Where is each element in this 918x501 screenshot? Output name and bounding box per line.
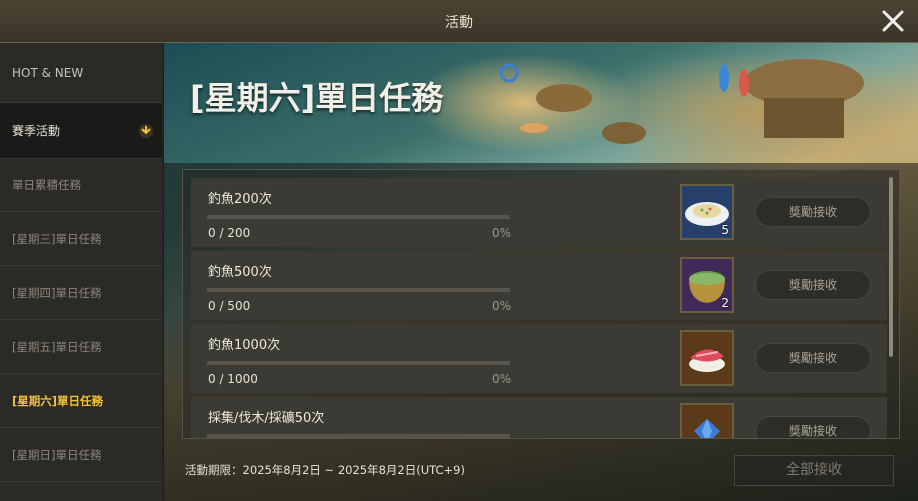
sidebar: HOT & NEW 賽季活動 單日累積任務 [星期三]單日任務 [星期四]單日任… [0, 43, 164, 501]
close-icon [882, 10, 904, 32]
event-period: 活動期限：2025年8月2日 ~ 2025年8月2日(UTC+9) [185, 463, 465, 477]
quest-name: 採集/伐木/採礦50次 [208, 411, 325, 426]
sidebar-item-season-events[interactable]: 賽季活動 [0, 103, 162, 159]
window-title: 活動 [445, 15, 473, 31]
quest-progress-bar [207, 361, 510, 365]
claim-reward-button[interactable]: 獎勵接收 [755, 416, 871, 438]
sidebar-item-daily-accumulate[interactable]: 單日累積任務 [0, 159, 162, 212]
blue-gem-icon [694, 419, 720, 438]
quest-progress-text: 0 / 1000 [208, 372, 258, 386]
close-button[interactable] [878, 6, 908, 36]
sidebar-item-label: 單日累積任務 [12, 178, 81, 192]
quest-list[interactable]: 釣魚200次 0 / 200 0% 5 獎勵接收 釣魚500次 0 / 500 … [182, 169, 900, 439]
quest-name: 釣魚1000次 [208, 338, 281, 353]
quest-progress-bar [207, 215, 510, 219]
quest-name: 釣魚500次 [208, 265, 272, 280]
reward-count: 2 [721, 296, 729, 310]
claim-all-button[interactable]: 全部接收 [734, 455, 894, 486]
reward-slot[interactable]: 5 [680, 184, 734, 240]
sidebar-item-saturday[interactable]: [星期六]單日任務 [0, 375, 162, 428]
claim-reward-button[interactable]: 獎勵接收 [755, 343, 871, 373]
claim-reward-button[interactable]: 獎勵接收 [755, 270, 871, 300]
quest-row: 釣魚500次 0 / 500 0% 2 獎勵接收 [191, 251, 887, 320]
reward-slot[interactable] [680, 403, 734, 438]
quest-progress-text: 0 / 200 [208, 226, 251, 240]
quest-progress-bar [207, 288, 510, 292]
claim-reward-button[interactable]: 獎勵接收 [755, 197, 871, 227]
quest-progress-text: 0 / 500 [208, 299, 251, 313]
sidebar-item-sunday[interactable]: [星期日]單日任務 [0, 429, 162, 482]
sidebar-item-label: [星期四]單日任務 [12, 286, 102, 300]
sidebar-item-label: 賽季活動 [12, 124, 61, 138]
main-panel: [星期六]單日任務 釣魚200次 0 / 200 0% 5 獎勵接收 釣魚500… [164, 43, 918, 501]
quest-percent: 0% [491, 226, 511, 240]
title-bar: 活動 [0, 0, 918, 43]
sidebar-item-label: [星期三]單日任務 [12, 232, 102, 246]
quest-progress-bar [207, 434, 510, 438]
sidebar-item-label: [星期六]單日任務 [12, 394, 104, 408]
reward-slot[interactable] [680, 330, 734, 386]
quest-percent: 0% [491, 372, 511, 386]
quest-percent: 0% [491, 299, 511, 313]
reward-count: 5 [721, 223, 729, 237]
quest-row: 釣魚200次 0 / 200 0% 5 獎勵接收 [191, 178, 887, 247]
quest-list-scrollbar[interactable] [889, 177, 893, 357]
page-title: [星期六]單日任務 [190, 79, 444, 117]
chevron-down-icon [139, 124, 153, 138]
sidebar-item-label: [星期五]單日任務 [12, 340, 102, 354]
quest-row: 釣魚1000次 0 / 1000 0% 獎勵接收 [191, 324, 887, 393]
sidebar-item-friday[interactable]: [星期五]單日任務 [0, 321, 162, 374]
sidebar-item-label: HOT & NEW [12, 66, 84, 80]
sidebar-item-wednesday[interactable]: [星期三]單日任務 [0, 213, 162, 266]
quest-name: 釣魚200次 [208, 192, 272, 207]
sidebar-item-label: [星期日]單日任務 [12, 448, 102, 462]
sidebar-item-thursday[interactable]: [星期四]單日任務 [0, 267, 162, 320]
sidebar-item-hot-new[interactable]: HOT & NEW [0, 43, 162, 103]
reward-slot[interactable]: 2 [680, 257, 734, 313]
tuna-sushi-icon [689, 349, 725, 372]
quest-row: 採集/伐木/採礦50次 獎勵接收 [191, 397, 887, 438]
